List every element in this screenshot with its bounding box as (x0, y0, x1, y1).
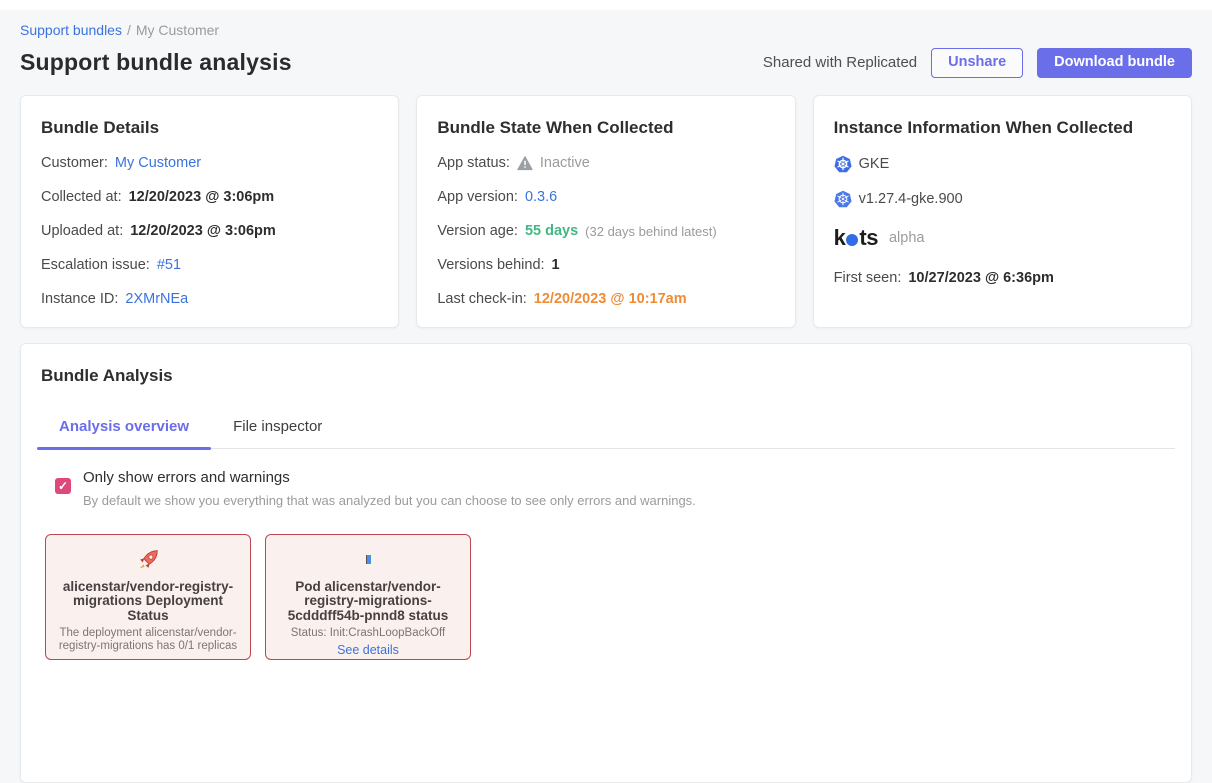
see-details-link[interactable]: See details (276, 643, 460, 657)
kots-logo-k: k (834, 225, 846, 251)
first-seen-value: 10/27/2023 @ 6:36pm (908, 270, 1054, 286)
app-status-value: Inactive (540, 155, 590, 171)
collected-at-row: Collected at: 12/20/2023 @ 3:06pm (41, 189, 378, 206)
versions-behind-value: 1 (552, 257, 560, 273)
version-age-row: Version age: 55 days (32 days behind lat… (437, 223, 774, 240)
analysis-tabs: Analysis overview File inspector (37, 410, 1175, 449)
customer-row: Customer: My Customer (41, 155, 378, 172)
last-checkin-label: Last check-in: (437, 291, 526, 307)
escalation-issue-row: Escalation issue: #51 (41, 257, 378, 274)
distribution-value: GKE (859, 156, 890, 172)
breadcrumb: Support bundles / My Customer (20, 22, 1192, 38)
distribution-row: GKE (834, 155, 1171, 173)
analyzer-result-description: The deployment alicenstar/vendor-registr… (56, 627, 240, 653)
errors-filter-text: Only show errors and warnings By default… (83, 469, 696, 508)
broken-image-icon (276, 548, 460, 572)
instance-info-title: Instance Information When Collected (834, 118, 1171, 138)
tab-analysis-overview[interactable]: Analysis overview (37, 410, 211, 448)
download-bundle-button[interactable]: Download bundle (1037, 48, 1192, 78)
page-title: Support bundle analysis (20, 49, 292, 76)
kots-logo: kts (834, 225, 878, 251)
version-age-value: 55 days (525, 223, 578, 239)
instance-id-row: Instance ID: 2XMrNEa (41, 291, 378, 308)
uploaded-at-row: Uploaded at: 12/20/2023 @ 3:06pm (41, 223, 378, 240)
unshare-button[interactable]: Unshare (931, 48, 1023, 78)
analyzer-result-card-pod-status[interactable]: Pod alicenstar/vendor-registry-migration… (265, 534, 471, 660)
collected-at-label: Collected at: (41, 189, 122, 205)
header-actions: Shared with Replicated Unshare Download … (763, 48, 1192, 78)
first-seen-row: First seen: 10/27/2023 @ 6:36pm (834, 270, 1171, 287)
support-bundle-page: Support bundles / My Customer Support bund… (0, 22, 1212, 783)
app-version-link[interactable]: 0.3.6 (525, 189, 557, 205)
last-checkin-value: 12/20/2023 @ 10:17am (534, 291, 687, 307)
escalation-issue-label: Escalation issue: (41, 257, 150, 273)
breadcrumb-separator: / (127, 22, 131, 38)
collected-at-value: 12/20/2023 @ 3:06pm (129, 189, 275, 205)
shared-status-text: Shared with Replicated (763, 54, 917, 71)
app-version-row: App version: 0.3.6 (437, 189, 774, 206)
kots-version-row: kts alpha (834, 225, 1171, 251)
version-age-label: Version age: (437, 223, 518, 239)
last-checkin-row: Last check-in: 12/20/2023 @ 10:17am (437, 291, 774, 308)
analysis-results-row: alicenstar/vendor-registry-migrations De… (45, 534, 1175, 660)
kots-logo-ts: ts (859, 225, 878, 251)
analyzer-result-title: alicenstar/vendor-registry-migrations De… (56, 580, 240, 623)
instance-id-label: Instance ID: (41, 291, 118, 307)
warning-triangle-icon (517, 155, 533, 171)
version-age-note: (32 days behind latest) (585, 224, 717, 239)
kubernetes-distribution-icon (834, 155, 852, 173)
bundle-state-card: Bundle State When Collected App status: … (416, 95, 795, 328)
k8s-version-row: v1.27.4-gke.900 (834, 190, 1171, 208)
errors-filter-row: ✓ Only show errors and warnings By defau… (55, 469, 1175, 508)
customer-label: Customer: (41, 155, 108, 171)
breadcrumb-link-support-bundles[interactable]: Support bundles (20, 22, 122, 38)
errors-filter-label: Only show errors and warnings (83, 469, 696, 486)
escalation-issue-link[interactable]: #51 (157, 257, 181, 273)
kubernetes-version-icon (834, 190, 852, 208)
bundle-state-title: Bundle State When Collected (437, 118, 774, 138)
breadcrumb-current: My Customer (136, 22, 219, 38)
analyzer-result-card-deployment[interactable]: alicenstar/vendor-registry-migrations De… (45, 534, 251, 660)
analyzer-result-title: Pod alicenstar/vendor-registry-migration… (276, 580, 460, 623)
only-errors-checkbox[interactable]: ✓ (55, 478, 71, 494)
customer-link[interactable]: My Customer (115, 155, 201, 171)
instance-info-card: Instance Information When Collected (813, 95, 1192, 328)
info-cards-row: Bundle Details Customer: My Customer Col… (20, 95, 1192, 328)
app-status-label: App status: (437, 155, 510, 171)
first-seen-label: First seen: (834, 270, 902, 286)
errors-filter-description: By default we show you everything that w… (83, 493, 696, 508)
uploaded-at-value: 12/20/2023 @ 3:06pm (130, 223, 276, 239)
versions-behind-label: Versions behind: (437, 257, 544, 273)
top-strip (0, 0, 1212, 10)
instance-id-link[interactable]: 2XMrNEa (125, 291, 188, 307)
uploaded-at-label: Uploaded at: (41, 223, 123, 239)
k8s-version-value: v1.27.4-gke.900 (859, 191, 963, 207)
versions-behind-row: Versions behind: 1 (437, 257, 774, 274)
tab-file-inspector[interactable]: File inspector (211, 410, 344, 448)
bundle-details-title: Bundle Details (41, 118, 378, 138)
app-status-row: App status: Inactive (437, 155, 774, 172)
bundle-details-card: Bundle Details Customer: My Customer Col… (20, 95, 399, 328)
analyzer-result-description: Status: Init:CrashLoopBackOff (276, 627, 460, 640)
bundle-analysis-card: Bundle Analysis Analysis overview File i… (20, 343, 1192, 783)
rocket-icon (56, 548, 240, 572)
bundle-analysis-title: Bundle Analysis (41, 366, 1175, 386)
page-header: Support bundle analysis Shared with Repl… (20, 48, 1192, 78)
kots-logo-o-icon (846, 234, 858, 246)
app-version-label: App version: (437, 189, 518, 205)
kots-channel: alpha (889, 230, 924, 246)
